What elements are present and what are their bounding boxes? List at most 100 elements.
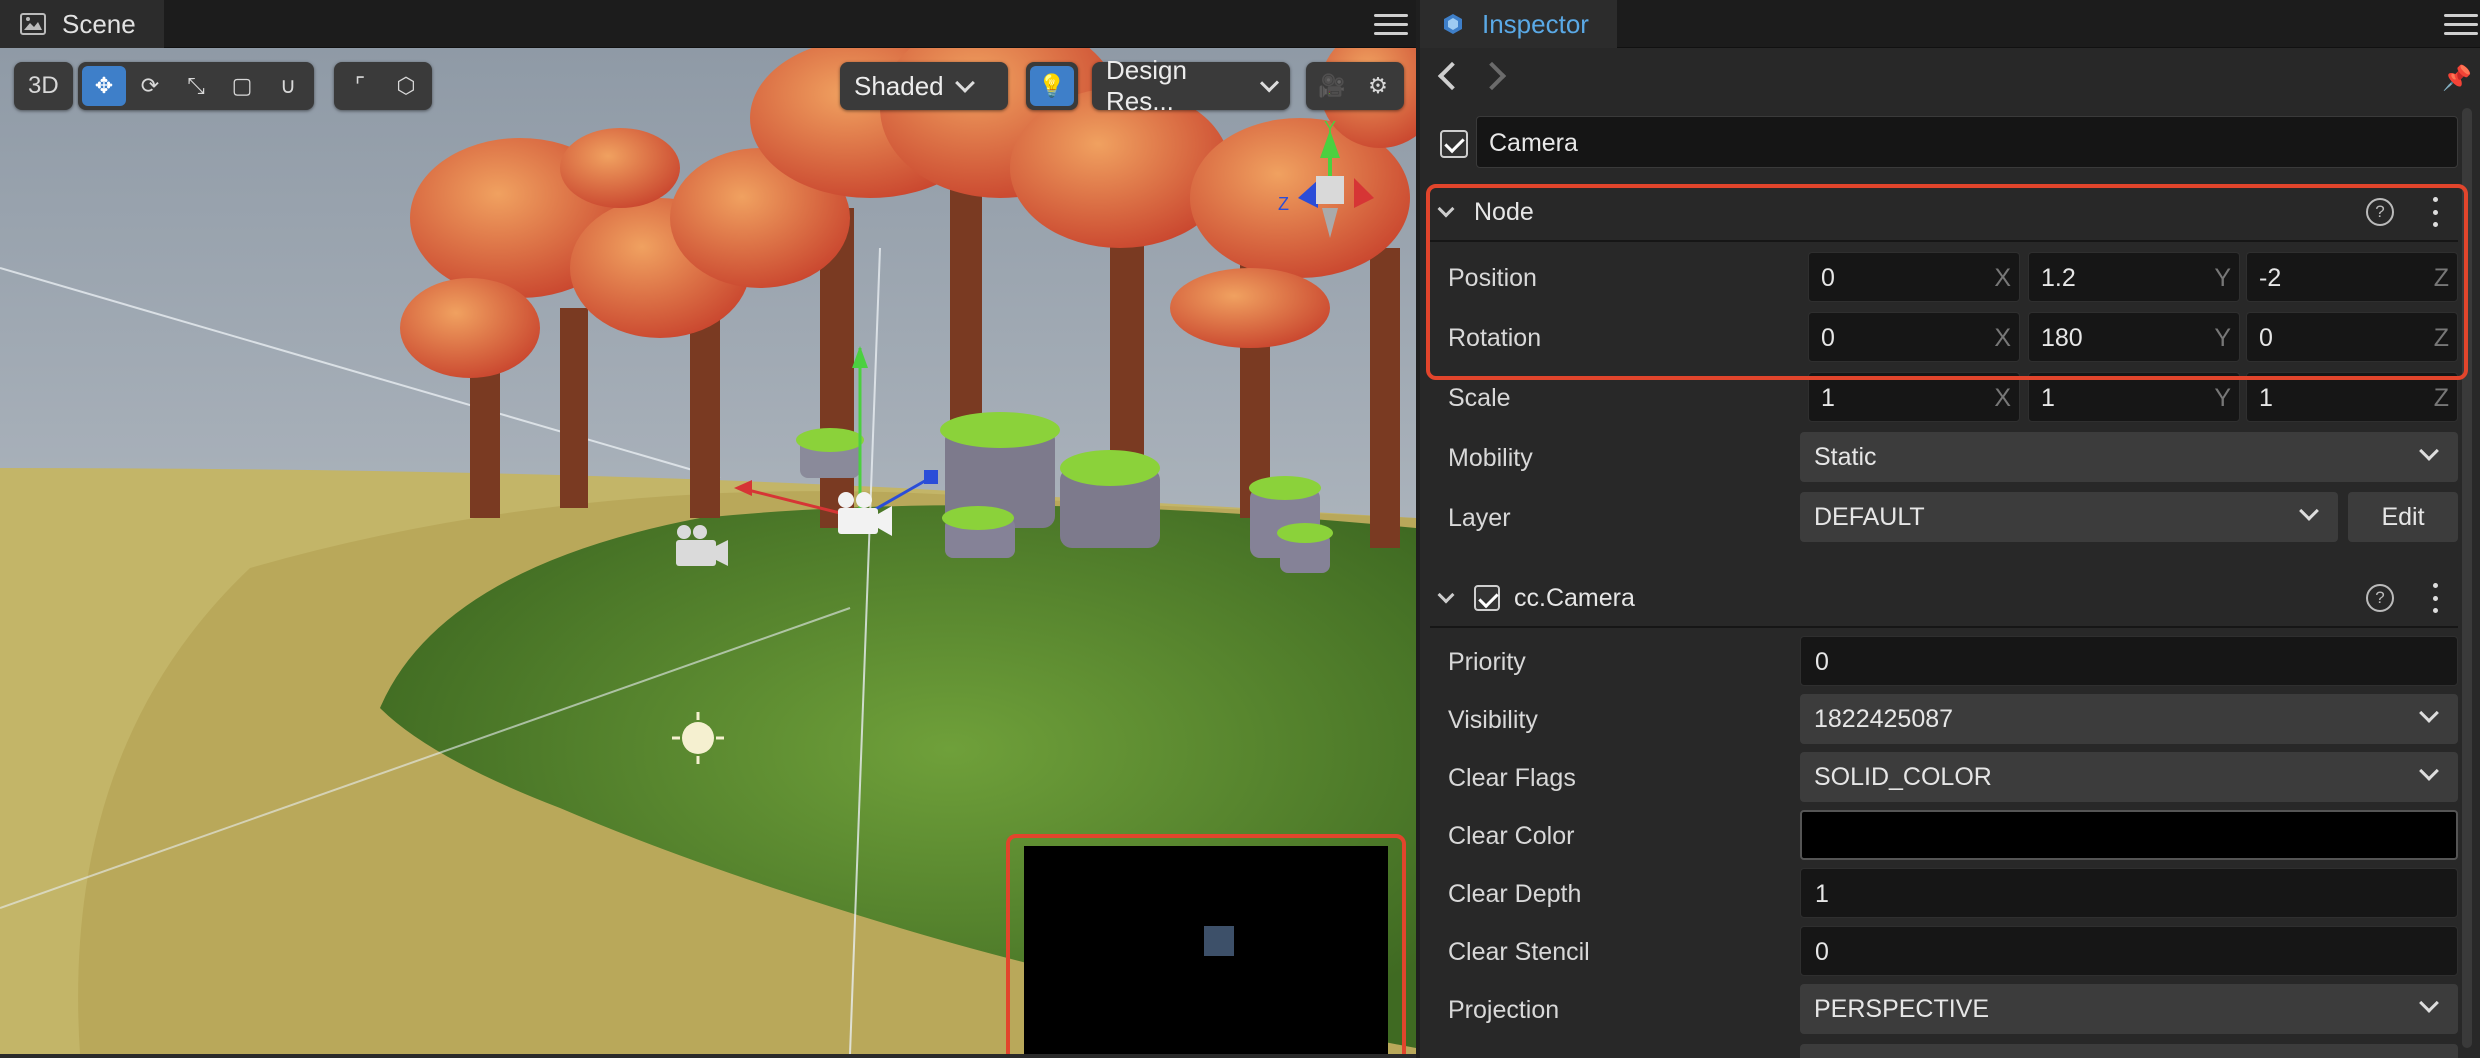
chevron-down-icon <box>1259 73 1280 93</box>
mode-group: 3D <box>14 62 73 110</box>
scene-camera-button[interactable]: 🎥 <box>1310 66 1354 106</box>
projection-select[interactable]: PERSPECTIVE <box>1800 984 2458 1034</box>
clear-color-swatch[interactable] <box>1800 810 2458 860</box>
rect-tool-button[interactable]: ▢ <box>220 66 264 106</box>
chevron-down-icon <box>2419 703 2439 723</box>
chevron-down-icon <box>1437 586 1455 604</box>
mode-3d-button[interactable]: 3D <box>18 66 69 106</box>
scale-z-value: 1 <box>2259 384 2273 412</box>
move-tool-button[interactable]: ✥ <box>82 66 126 106</box>
coordinate-button[interactable]: ⬡ <box>384 66 428 106</box>
rotate-icon: ⟳ <box>140 73 160 98</box>
inspector-menu-icon[interactable] <box>2444 8 2478 40</box>
scene-panel: Scene Y Z 3D ✥ ⟳ ⤡ ▢ ∪ ⌜ ⬡ Shaded 💡 Desi… <box>0 0 1416 1058</box>
axis-y-label: Y <box>2214 324 2231 352</box>
rotation-y-field[interactable]: 180 Y <box>2028 312 2240 362</box>
image-icon <box>18 9 48 39</box>
scale-y-field[interactable]: 1Y <box>2028 372 2240 422</box>
back-arrow-icon[interactable] <box>1437 61 1467 91</box>
node-section-title: Node <box>1474 197 1534 226</box>
light-group: 💡 <box>1026 62 1078 110</box>
light-toggle-button[interactable]: 💡 <box>1030 66 1074 106</box>
node-section-header[interactable]: Node ? <box>1430 186 2458 238</box>
chevron-down-icon <box>2299 501 2319 521</box>
gizmo-y-label: Y <box>1324 118 1336 138</box>
transform-tools: ✥ ⟳ ⤡ ▢ ∪ <box>78 62 314 110</box>
tab-inspector[interactable]: Inspector <box>1420 0 1617 48</box>
scale-x-field[interactable]: 1X <box>1808 372 2020 422</box>
divider <box>1430 626 2458 628</box>
layer-edit-button[interactable]: Edit <box>2348 492 2458 542</box>
snap-tool-button[interactable]: ∪ <box>266 66 310 106</box>
pivot-button[interactable]: ⌜ <box>338 66 382 106</box>
priority-label: Priority <box>1448 648 1526 676</box>
camera-enabled-checkbox[interactable] <box>1474 585 1500 611</box>
inspector-scrollbar[interactable] <box>2462 108 2472 1058</box>
layer-select[interactable]: DEFAULT <box>1800 492 2338 542</box>
cube-icon: ⬡ <box>396 73 416 98</box>
tab-scene[interactable]: Scene <box>0 0 164 48</box>
inspector-panel: Inspector 📌 Camera Node ? Position 0X 1.… <box>1420 0 2480 1058</box>
rotation-label: Rotation <box>1448 324 1542 352</box>
move-icon: ✥ <box>94 73 114 98</box>
clear-color-label: Clear Color <box>1448 822 1575 850</box>
scene-settings-button[interactable]: ⚙ <box>1356 66 1400 106</box>
shading-dropdown[interactable]: Shaded <box>840 62 1008 110</box>
help-icon[interactable]: ? <box>2366 198 2394 226</box>
axis-z-label: Z <box>2433 384 2449 412</box>
position-x-value: 0 <box>1821 264 1835 292</box>
node-name-field[interactable]: Camera <box>1476 116 2458 168</box>
chevron-down-icon <box>2419 761 2439 781</box>
more-options-icon[interactable] <box>2430 583 2440 613</box>
rotation-z-field[interactable]: 0Z <box>2246 312 2458 362</box>
gear-icon: ⚙ <box>1368 73 1388 98</box>
pin-icon[interactable]: 📌 <box>2442 64 2472 93</box>
clear-depth-field[interactable]: 1 <box>1800 868 2458 918</box>
visibility-select[interactable]: 1822425087 <box>1800 694 2458 744</box>
mobility-select[interactable]: Static <box>1800 432 2458 482</box>
position-y-value: 1.2 <box>2041 264 2076 292</box>
clear-flags-value: SOLID_COLOR <box>1814 763 1992 791</box>
scene-tabbar: Scene <box>0 0 1416 48</box>
rotation-z-value: 0 <box>2259 324 2273 352</box>
position-y-field[interactable]: 1.2 Y <box>2028 252 2240 302</box>
scale-tool-button[interactable]: ⤡ <box>174 66 218 106</box>
shading-value: Shaded <box>854 70 944 101</box>
rotate-tool-button[interactable]: ⟳ <box>128 66 172 106</box>
preview-object <box>1204 926 1234 956</box>
chevron-down-icon <box>954 73 975 93</box>
clear-flags-select[interactable]: SOLID_COLOR <box>1800 752 2458 802</box>
scene-viewport[interactable]: Y Z 3D ✥ ⟳ ⤡ ▢ ∪ ⌜ ⬡ Shaded 💡 Design Res… <box>0 48 1416 1054</box>
camera-icon: 🎥 <box>1318 73 1346 98</box>
axis-z-label: Z <box>2433 264 2449 292</box>
node-active-checkbox[interactable] <box>1440 130 1468 158</box>
camera-preview-render <box>1024 846 1388 1054</box>
next-property-field[interactable] <box>1800 1044 2458 1058</box>
magnet-icon: ∪ <box>279 73 297 98</box>
position-x-field[interactable]: 0X <box>1808 252 2020 302</box>
rotation-x-field[interactable]: 0X <box>1808 312 2020 362</box>
scale-z-field[interactable]: 1Z <box>2246 372 2458 422</box>
position-z-value: -2 <box>2259 264 2282 292</box>
inspector-nav: 📌 <box>1420 48 2480 108</box>
scale-x-value: 1 <box>1821 384 1835 412</box>
resolution-dropdown[interactable]: Design Res... <box>1092 55 1290 116</box>
axis-x-label: X <box>1994 324 2011 352</box>
clear-stencil-field[interactable]: 0 <box>1800 926 2458 976</box>
position-z-field[interactable]: -2 Z <box>2246 252 2458 302</box>
camera-section-title: cc.Camera <box>1514 583 1635 612</box>
camera-section-header[interactable]: cc.Camera ? <box>1430 572 2458 624</box>
axis-x-label: X <box>1994 384 2011 412</box>
axis-y-label: Y <box>2214 384 2231 412</box>
scrollbar-thumb[interactable] <box>2462 108 2472 1048</box>
forward-arrow-icon[interactable] <box>1477 61 1507 91</box>
clear-stencil-label: Clear Stencil <box>1448 938 1590 966</box>
help-icon[interactable]: ? <box>2366 584 2394 612</box>
more-options-icon[interactable] <box>2430 197 2440 227</box>
tab-inspector-label: Inspector <box>1482 8 1589 39</box>
scene-menu-icon[interactable] <box>1374 8 1408 40</box>
divider <box>1430 240 2458 242</box>
rotation-x-value: 0 <box>1821 324 1835 352</box>
priority-field[interactable]: 0 <box>1800 636 2458 686</box>
rotation-y-value: 180 <box>2041 324 2083 352</box>
